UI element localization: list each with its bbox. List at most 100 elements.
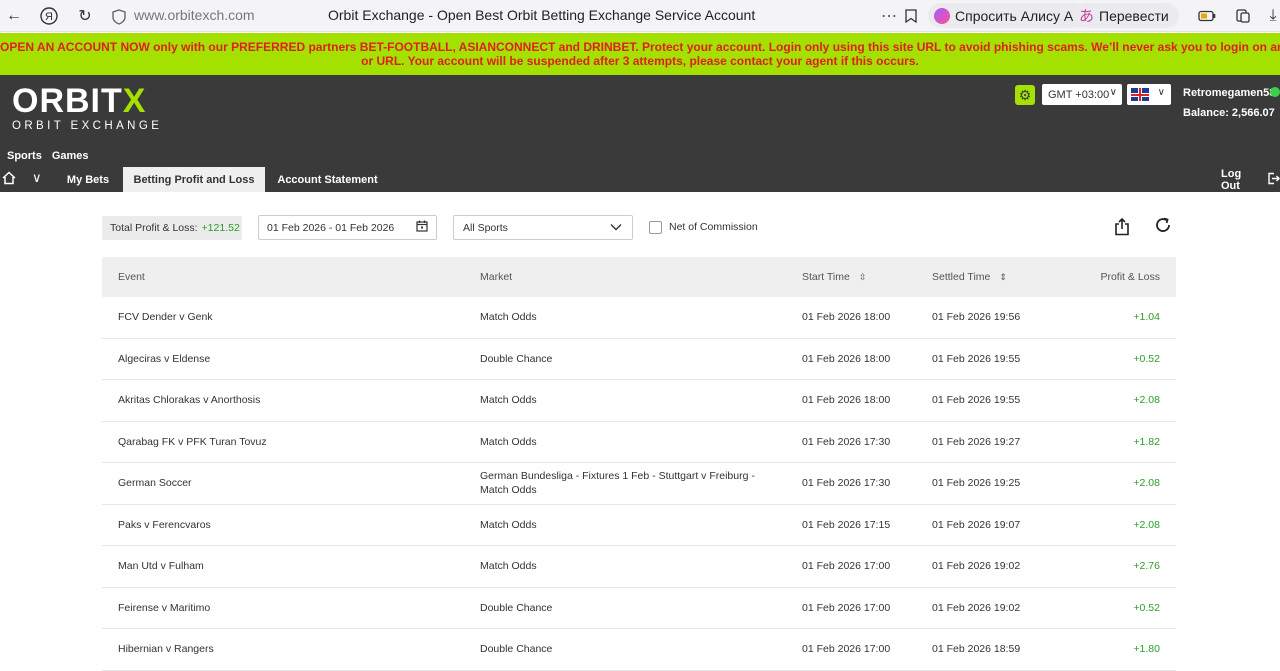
alisa-icon <box>934 7 950 24</box>
more-icon[interactable]: ⋯ <box>878 5 900 27</box>
cell-settled-time: 01 Feb 2026 19:07 <box>932 518 1021 531</box>
cell-event: FCV Dender v Genk <box>118 311 213 324</box>
account-subnav: ∨ My Bets Betting Profit and Loss Accoun… <box>0 167 1280 192</box>
cell-event: Akritas Chlorakas v Anorthosis <box>118 394 261 407</box>
sort-icon: ⇕ <box>999 272 1007 282</box>
balance-label: Balance: <box>1183 107 1229 119</box>
settings-gear-icon[interactable]: ⚙ <box>1015 85 1035 105</box>
cell-profit-loss: +0.52 <box>1133 352 1160 365</box>
tab-my-bets[interactable]: My Bets <box>56 167 120 192</box>
cell-start-time: 01 Feb 2026 17:15 <box>802 518 891 531</box>
bookmark-icon[interactable] <box>900 5 922 27</box>
cell-market: Match Odds <box>480 311 537 324</box>
cell-profit-loss: +2.76 <box>1133 560 1160 573</box>
yandex-icon[interactable]: Я <box>38 5 60 27</box>
sports-value: All Sports <box>463 221 508 234</box>
translate-icon: あ <box>1079 8 1095 25</box>
top-navigation: Sports Games <box>7 150 89 162</box>
balance: Balance: 2,566.07 <box>1183 107 1275 119</box>
table-header: Event Market Start Time ⇳ Settled Time ⇕ P… <box>102 257 1176 297</box>
header-start-time[interactable]: Start Time ⇳ <box>802 271 866 283</box>
svg-text:Я: Я <box>45 11 53 23</box>
tab-account-statement[interactable]: Account Statement <box>270 167 385 192</box>
banner-line-2: or URL. Your account will be suspended a… <box>361 54 919 68</box>
total-label: Total Profit & Loss: <box>110 222 198 234</box>
reload-icon[interactable]: ↻ <box>74 5 96 27</box>
table-row: Hibernian v Rangers Double Chance 01 Feb… <box>102 629 1176 671</box>
home-icon[interactable] <box>2 171 16 188</box>
url-text[interactable]: www.orbitexch.com <box>134 7 255 23</box>
cell-start-time: 01 Feb 2026 17:30 <box>802 435 891 448</box>
download-icon[interactable]: ⤓ <box>1262 5 1280 27</box>
language-select[interactable]: ∨ <box>1127 84 1171 105</box>
date-range-value: 01 Feb 2026 - 01 Feb 2026 <box>267 221 395 234</box>
table-row: Paks v Ferencvaros Match Odds 01 Feb 202… <box>102 505 1176 546</box>
cell-start-time: 01 Feb 2026 18:00 <box>802 352 891 365</box>
cell-profit-loss: +2.08 <box>1133 518 1160 531</box>
browser-toolbar: ← Я ↻ www.orbitexch.com Orbit Exchange -… <box>0 0 1280 32</box>
refresh-icon[interactable] <box>1154 216 1172 239</box>
chevron-down-icon[interactable]: ∨ <box>32 170 42 186</box>
cell-start-time: 01 Feb 2026 18:00 <box>802 394 891 407</box>
chevron-down-icon: ∨ <box>1109 87 1117 98</box>
header-market: Market <box>480 271 513 283</box>
table-row: German Soccer German Bundesliga - Fixtur… <box>102 463 1176 505</box>
cell-start-time: 01 Feb 2026 17:00 <box>802 601 891 614</box>
orbit-logo[interactable]: ORBITX ORBIT EXCHANGE <box>12 84 162 132</box>
logo-x: X <box>122 82 147 120</box>
cell-start-time: 01 Feb 2026 18:00 <box>802 311 891 324</box>
tab-betting-profit-loss[interactable]: Betting Profit and Loss <box>123 167 265 192</box>
cell-settled-time: 01 Feb 2026 19:25 <box>932 477 1021 490</box>
chevron-down-icon: ∨ <box>1157 87 1165 98</box>
cell-profit-loss: +1.80 <box>1133 643 1160 656</box>
net-of-commission-checkbox[interactable] <box>649 221 662 234</box>
cell-settled-time: 01 Feb 2026 19:55 <box>932 394 1021 407</box>
header-start-time-label: Start Time <box>802 271 850 283</box>
cell-settled-time: 01 Feb 2026 19:02 <box>932 601 1021 614</box>
translate-button[interactable]: あ Перевести <box>1073 3 1179 28</box>
alisa-label: Спросить Алису AI <box>955 7 1078 24</box>
ask-alisa-button[interactable]: Спросить Алису AI <box>928 3 1088 28</box>
back-arrow-icon[interactable]: ← <box>3 5 25 27</box>
date-range-picker[interactable]: 01 Feb 2026 - 01 Feb 2026 <box>258 215 437 240</box>
calendar-icon <box>416 220 428 235</box>
cell-profit-loss: +1.82 <box>1133 435 1160 448</box>
logout-button[interactable]: Log Out <box>1221 167 1280 192</box>
username[interactable]: Retromegamen58 <box>1183 87 1275 99</box>
nav-games[interactable]: Games <box>52 150 89 162</box>
cell-event: Algeciras v Eldense <box>118 352 211 365</box>
battery-icon[interactable] <box>1196 5 1218 27</box>
export-icon[interactable] <box>1114 217 1130 241</box>
cell-event: Man Utd v Fulham <box>118 560 204 573</box>
header-settled-time[interactable]: Settled Time ⇕ <box>932 271 1007 283</box>
nav-sports[interactable]: Sports <box>7 150 42 162</box>
profit-loss-table: Event Market Start Time ⇳ Settled Time ⇕ P… <box>102 257 1176 671</box>
cell-settled-time: 01 Feb 2026 19:27 <box>932 435 1021 448</box>
logout-label: Log Out <box>1221 167 1242 192</box>
cell-market: Match Odds <box>480 435 537 448</box>
table-row: Akritas Chlorakas v Anorthosis Match Odd… <box>102 380 1176 422</box>
cell-profit-loss: +2.08 <box>1133 394 1160 407</box>
timezone-value: GMT +03:00 <box>1048 88 1110 101</box>
logo-text: ORBIT <box>12 82 123 120</box>
shield-icon[interactable] <box>108 6 130 28</box>
extensions-icon[interactable] <box>1232 5 1254 27</box>
sort-icon: ⇳ <box>858 272 867 282</box>
cell-settled-time: 01 Feb 2026 19:55 <box>932 352 1021 365</box>
online-status-icon <box>1270 87 1280 97</box>
table-row: FCV Dender v Genk Match Odds 01 Feb 2026… <box>102 297 1176 339</box>
cell-start-time: 01 Feb 2026 17:00 <box>802 643 891 656</box>
header-settled-time-label: Settled Time <box>932 271 991 283</box>
cell-event: Feirense v Maritimo <box>118 601 211 614</box>
cell-start-time: 01 Feb 2026 17:00 <box>802 560 891 573</box>
timezone-select[interactable]: GMT +03:00 ∨ <box>1042 84 1122 105</box>
cell-market: Double Chance <box>480 601 553 614</box>
sports-select[interactable]: All Sports <box>453 215 633 240</box>
cell-settled-time: 01 Feb 2026 19:56 <box>932 311 1021 324</box>
banner-line-1: OPEN AN ACCOUNT NOW only with our PREFER… <box>0 40 1280 54</box>
cell-event: Qarabag FK v PFK Turan Tovuz <box>118 435 267 448</box>
cell-profit-loss: +0.52 <box>1133 601 1160 614</box>
table-row: Feirense v Maritimo Double Chance 01 Feb… <box>102 588 1176 629</box>
cell-settled-time: 01 Feb 2026 19:02 <box>932 560 1021 573</box>
cell-event: Hibernian v Rangers <box>118 643 214 656</box>
